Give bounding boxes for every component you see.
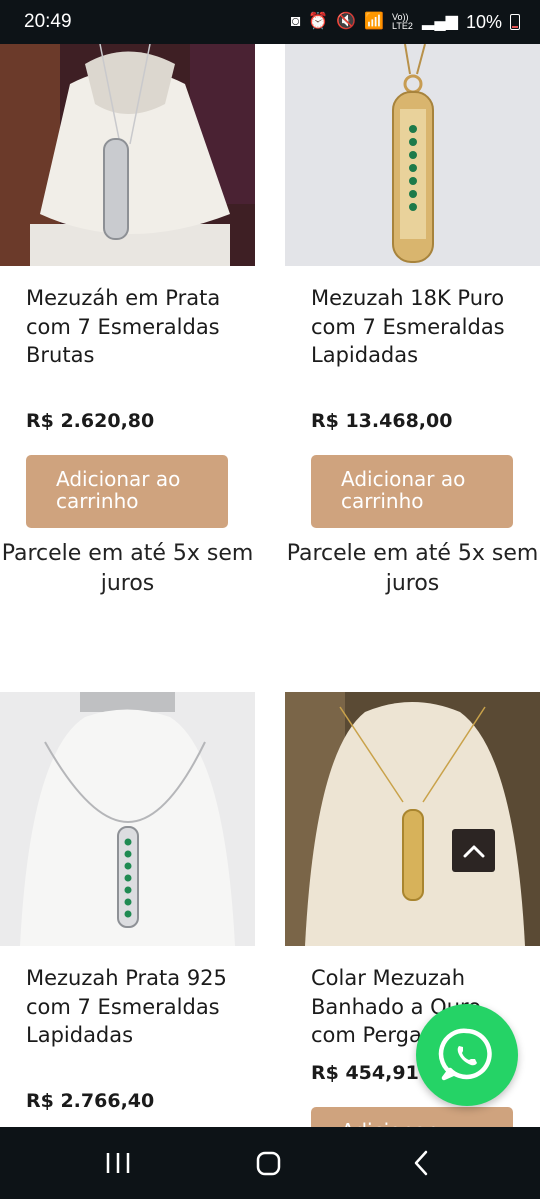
battery-icon <box>510 14 520 30</box>
back-icon[interactable] <box>400 1143 440 1183</box>
network-label: Vo)) LTE2 <box>392 12 413 31</box>
battery-percent: 10% <box>465 11 502 32</box>
navigation-bar <box>0 1127 540 1199</box>
recents-icon[interactable] <box>98 1147 138 1181</box>
product-price: R$ 2.620,80 <box>26 410 155 432</box>
whatsapp-icon <box>438 1028 492 1081</box>
scroll-top-button[interactable] <box>452 829 495 872</box>
product-image[interactable] <box>0 692 255 946</box>
signal-icon: ▂▄▆ <box>422 13 458 30</box>
product-image[interactable] <box>285 44 540 266</box>
product-card: Mezuzáh em Prata com 7 Esmeraldas Brutas… <box>0 44 255 644</box>
notification-icon: ◙ <box>290 13 301 30</box>
product-price: R$ 454,91 <box>311 1062 419 1084</box>
product-grid: Mezuzáh em Prata com 7 Esmeraldas Brutas… <box>0 44 540 1127</box>
product-price: R$ 2.766,40 <box>26 1090 155 1112</box>
add-to-cart-button[interactable]: Adicionar ao carrinho <box>26 455 228 528</box>
home-icon[interactable] <box>248 1143 290 1183</box>
alarm-icon: ⏰ <box>308 13 329 30</box>
whatsapp-button[interactable] <box>416 1004 518 1106</box>
product-name[interactable]: Mezuzah 18K Puro com 7 Esmeraldas Lapida… <box>311 284 521 370</box>
status-bar: 20:49 ◙ ⏰ 🔇 📶 Vo)) LTE2 ▂▄▆ 10% <box>0 0 540 44</box>
wifi-icon: 📶 <box>364 13 385 30</box>
product-image[interactable] <box>0 44 255 266</box>
installments-text: Parcele em até 5x sem juros <box>286 541 539 596</box>
product-image[interactable] <box>285 692 540 946</box>
add-to-cart-button[interactable]: Adicionar ao carrinho <box>311 455 513 528</box>
status-time: 20:49 <box>24 11 72 32</box>
installments-text: Parcele em até 5x sem juros <box>1 541 254 596</box>
add-to-cart-button[interactable]: Adicionar <box>311 1107 513 1127</box>
status-icons: ◙ ⏰ 🔇 📶 Vo)) LTE2 ▂▄▆ 10% <box>291 12 520 33</box>
product-name[interactable]: Mezuzáh em Prata com 7 Esmeraldas Brutas <box>26 284 236 370</box>
product-name[interactable]: Mezuzah Prata 925 com 7 Esmeraldas Lapid… <box>26 964 236 1050</box>
chevron-up-icon <box>463 845 484 857</box>
mute-icon: 🔇 <box>336 13 357 30</box>
product-card: Mezuzah 18K Puro com 7 Esmeraldas Lapida… <box>285 44 540 644</box>
product-price: R$ 13.468,00 <box>311 410 453 432</box>
product-card: Mezuzah Prata 925 com 7 Esmeraldas Lapid… <box>0 692 255 1127</box>
